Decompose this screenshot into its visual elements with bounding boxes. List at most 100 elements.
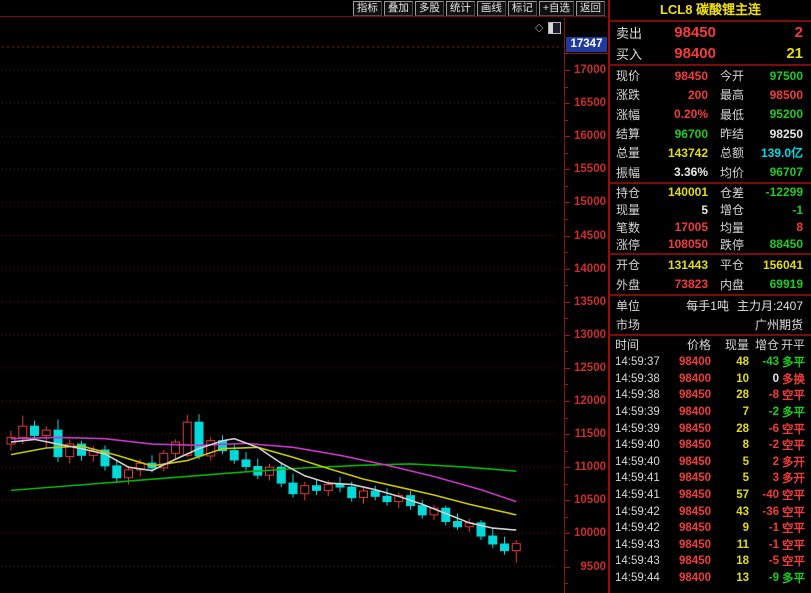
tick-open-close-flag: 空平 [779, 437, 811, 453]
axis-tick-minor [565, 351, 568, 352]
ask-label: 卖出 [610, 23, 654, 42]
quote-row: 外盘73823内盘69919 [610, 274, 811, 294]
tick-open-close-flag: 空平 [779, 387, 811, 403]
unit-label: 单位 [610, 297, 656, 314]
axis-tick-label: 15000 [574, 196, 606, 208]
tick-row: 14:59:409845052多开 [610, 454, 811, 471]
candle-body-down [371, 491, 379, 496]
tick-table-header: 时间价格现量增仓开平 [610, 336, 811, 354]
tick-row: 14:59:42984509-1空平 [610, 520, 811, 537]
axis-tick-minor [565, 285, 568, 286]
toolbar-button-add-watchlist[interactable]: +自选 [539, 1, 574, 16]
axis-tick-minor [565, 53, 568, 54]
axis-tick-minor [565, 583, 568, 584]
tick-time: 14:59:40 [610, 456, 667, 468]
axis-tick-label: 11500 [575, 428, 606, 440]
axis-tick-major [565, 567, 570, 568]
quote-label: 增仓 [720, 201, 754, 218]
tick-volume: 11 [711, 539, 749, 551]
axis-tick-major [565, 169, 570, 170]
tick-price: 98450 [667, 472, 711, 484]
tick-row: 14:59:439845018-5空平 [610, 553, 811, 570]
toolbar-button-multi-stock[interactable]: 多股 [415, 1, 444, 16]
toolbar-button-back[interactable]: 返回 [576, 1, 605, 16]
axis-tick-label: 17000 [574, 64, 606, 76]
quote-value: 139.0亿 [754, 144, 811, 161]
candle-body-down [31, 426, 39, 435]
tick-table[interactable]: 14:59:379840048-43多平14:59:3898400100多换14… [610, 354, 811, 593]
quote-value: 131443 [650, 258, 708, 272]
candle-body-up [183, 422, 191, 455]
tick-header-0: 时间 [610, 336, 667, 353]
axis-tick-label: 11000 [575, 461, 606, 473]
contract-title: LCL8 碳酸锂主连 [610, 0, 811, 20]
candle-body-up [172, 442, 180, 453]
quote-row: 结算96700昨结98250 [610, 124, 811, 143]
candle-body-up [125, 470, 133, 478]
quote-label: 总额 [720, 144, 754, 161]
quote-label: 均量 [720, 219, 754, 236]
tick-time: 14:59:39 [610, 406, 667, 418]
quote-value: 17005 [650, 220, 708, 234]
tick-time: 14:59:40 [610, 439, 667, 451]
quote-value: -12299 [754, 185, 811, 199]
axis-tick-major [565, 70, 570, 71]
quote-value: 95200 [754, 107, 811, 121]
axis-tick-minor [565, 451, 568, 452]
tick-oi-change: -8 [749, 389, 779, 401]
tick-time: 14:59:38 [610, 389, 667, 401]
quote-panel: LCL8 碳酸锂主连 卖出984502买入9840021 现价98450今开97… [608, 0, 811, 593]
quote-label: 外盘 [610, 276, 650, 293]
tick-row: 14:59:419845057-40空平 [610, 487, 811, 504]
tick-volume: 48 [711, 356, 749, 368]
axis-tick-major [565, 368, 570, 369]
market-value: 广州期货 [656, 316, 811, 333]
price-axis[interactable]: 17347 1700016500160001550015000145001400… [564, 18, 608, 593]
axis-tick-minor [565, 318, 568, 319]
tick-oi-change: -1 [749, 522, 779, 534]
market-label: 市场 [610, 316, 656, 333]
candle-body-down [501, 544, 509, 551]
quote-label: 总量 [610, 144, 650, 161]
axis-tick-minor [565, 418, 568, 419]
toolbar-button-overlay[interactable]: 叠加 [384, 1, 413, 16]
axis-tick-label: 12000 [574, 395, 606, 407]
window-split-icon[interactable] [548, 22, 561, 34]
quote-row: 开仓131443平仓156041 [610, 255, 811, 275]
candle-body-down [454, 521, 462, 526]
tick-time: 14:59:44 [610, 572, 667, 584]
tick-open-close-flag: 空平 [779, 553, 811, 569]
axis-tick-minor [565, 120, 568, 121]
tick-time: 14:59:38 [610, 373, 667, 385]
tick-row: 14:59:439845011-1空平 [610, 537, 811, 554]
kline-chart[interactable]: ◇ [0, 18, 564, 593]
candle-body-down [383, 496, 391, 501]
quote-value: 88450 [754, 237, 811, 251]
toolbar-button-statistics[interactable]: 统计 [446, 1, 475, 16]
candle-body-down [418, 506, 426, 515]
toolbar-button-draw-line[interactable]: 画线 [477, 1, 506, 16]
tick-open-close-flag: 空平 [779, 504, 811, 520]
futures-trading-terminal: 指标叠加多股统计画线标记+自选返回 ◇ 17347 17000165001600… [0, 0, 811, 593]
tick-time: 14:59:42 [610, 506, 667, 518]
bid-ask-section: 卖出984502买入9840021 [610, 22, 811, 64]
toolbar: 指标叠加多股统计画线标记+自选返回 [0, 0, 607, 17]
quote-row: 总量143742总额139.0亿 [610, 143, 811, 162]
toolbar-button-indicator[interactable]: 指标 [353, 1, 382, 16]
quote-label: 仓差 [720, 184, 754, 201]
quote-label: 内盘 [720, 276, 754, 293]
diamond-icon[interactable]: ◇ [535, 23, 543, 34]
toolbar-button-mark[interactable]: 标记 [508, 1, 537, 16]
tick-price: 98450 [667, 555, 711, 567]
tick-oi-change: -43 [749, 356, 779, 368]
quote-value: 98500 [754, 88, 811, 102]
tick-oi-change: -2 [749, 406, 779, 418]
tick-oi-change: -9 [749, 572, 779, 584]
axis-tick-label: 16500 [574, 97, 606, 109]
candle-body-down [230, 451, 238, 460]
main-month-value: 主力月:2407 [729, 297, 811, 314]
tick-time: 14:59:37 [610, 356, 667, 368]
tick-price: 98400 [667, 373, 711, 385]
axis-tick-major [565, 202, 570, 203]
candle-body-down [313, 486, 321, 491]
